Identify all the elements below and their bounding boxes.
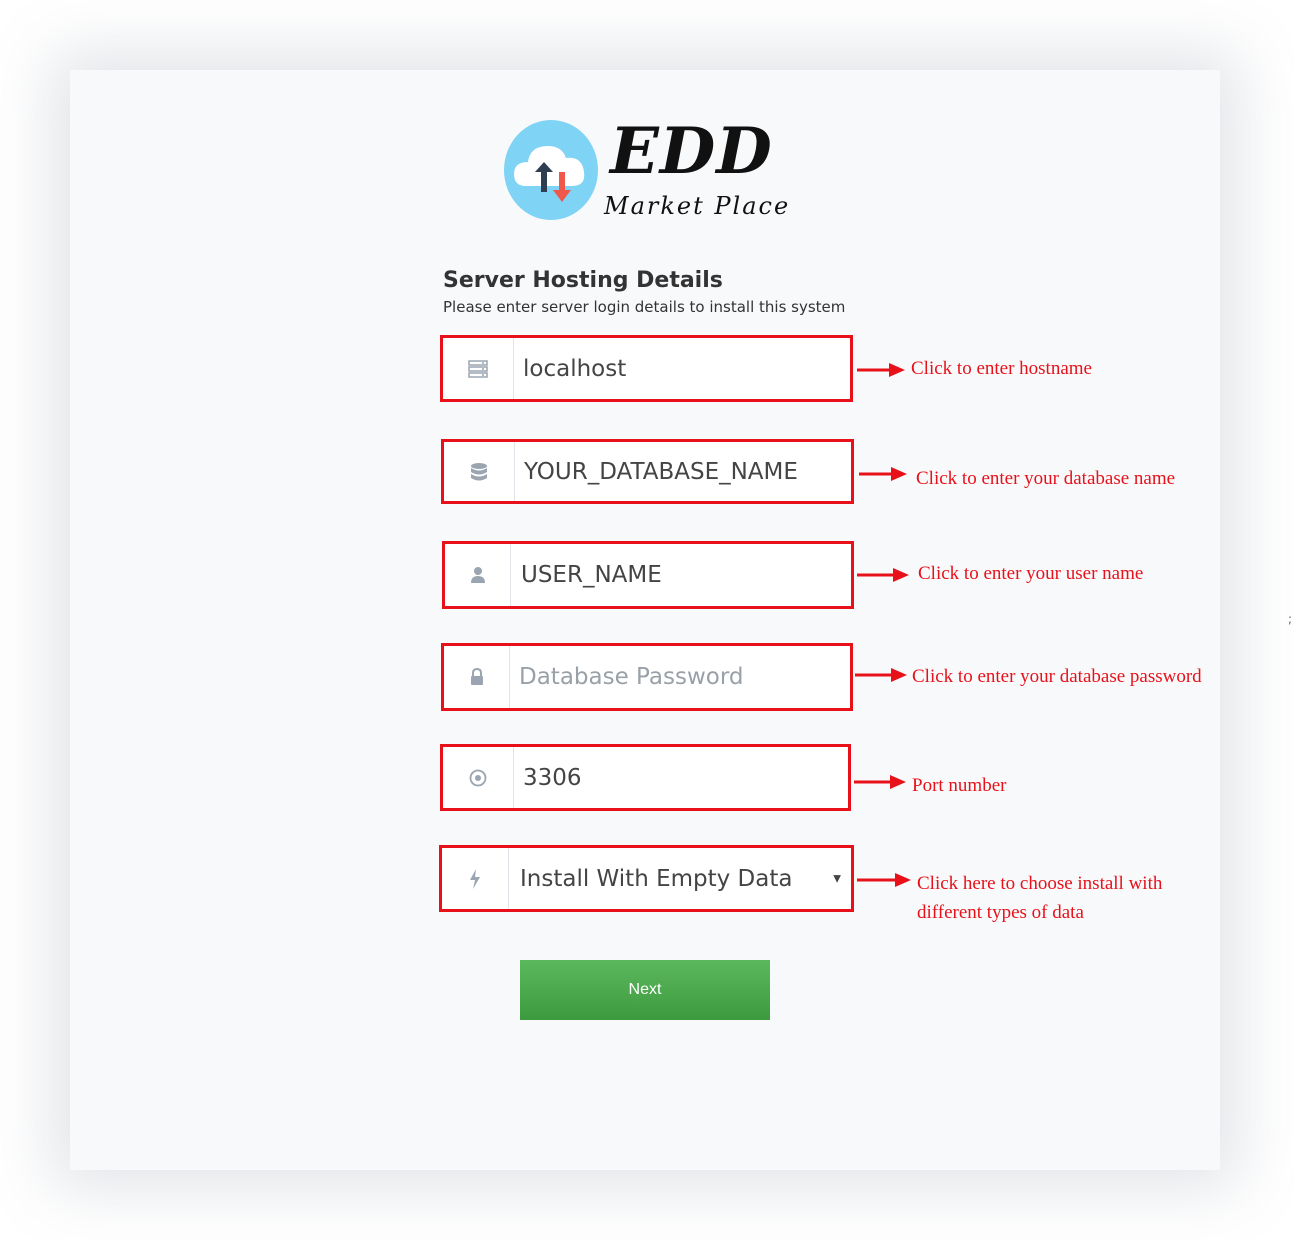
user-icon	[445, 544, 511, 606]
database-icon	[444, 442, 515, 501]
arrow-icon	[859, 467, 907, 481]
database-name-value[interactable]: YOUR_DATABASE_NAME	[524, 442, 798, 501]
database-name-note: Click to enter your database name	[916, 468, 1176, 489]
password-placeholder[interactable]: Database Password	[519, 646, 744, 708]
username-field[interactable]: USER_NAME	[442, 541, 854, 609]
logo: EDD Market Place	[504, 114, 794, 224]
arrow-icon	[857, 363, 905, 377]
arrow-icon	[857, 873, 911, 887]
stray-mark: ;	[1288, 612, 1293, 626]
arrow-icon	[855, 668, 907, 682]
port-icon	[443, 747, 514, 808]
page-title: Server Hosting Details	[443, 268, 723, 293]
logo-subtitle: Market Place	[604, 192, 791, 220]
install-type-value[interactable]: Install With Empty Data	[520, 848, 792, 909]
database-name-field[interactable]: YOUR_DATABASE_NAME	[441, 439, 854, 504]
hostname-note: Click to enter hostname	[911, 358, 1092, 379]
install-type-note-line2: different types of data	[917, 902, 1084, 923]
password-note: Click to enter your database password	[912, 666, 1202, 687]
cloud-transfer-icon	[504, 120, 598, 220]
next-button[interactable]: Next	[520, 960, 770, 1020]
arrow-icon	[857, 568, 909, 582]
hostname-field[interactable]: localhost	[440, 335, 853, 402]
chevron-down-icon[interactable]: ▼	[833, 873, 841, 884]
port-field[interactable]: 3306	[440, 744, 851, 811]
install-type-note-line1: Click here to choose install with	[917, 873, 1163, 894]
arrow-icon	[854, 775, 906, 789]
install-type-select[interactable]: Install With Empty Data ▼	[439, 845, 854, 912]
page-subtitle: Please enter server login details to ins…	[443, 298, 846, 316]
port-note: Port number	[912, 775, 1007, 796]
port-value[interactable]: 3306	[523, 747, 582, 808]
logo-title: EDD	[610, 114, 773, 189]
hostname-value[interactable]: localhost	[523, 338, 626, 399]
password-field[interactable]: Database Password	[441, 643, 853, 711]
server-icon	[443, 338, 514, 399]
username-note: Click to enter your user name	[918, 563, 1144, 584]
lock-icon	[444, 646, 510, 708]
bolt-icon	[442, 848, 509, 909]
username-value[interactable]: USER_NAME	[521, 544, 662, 606]
